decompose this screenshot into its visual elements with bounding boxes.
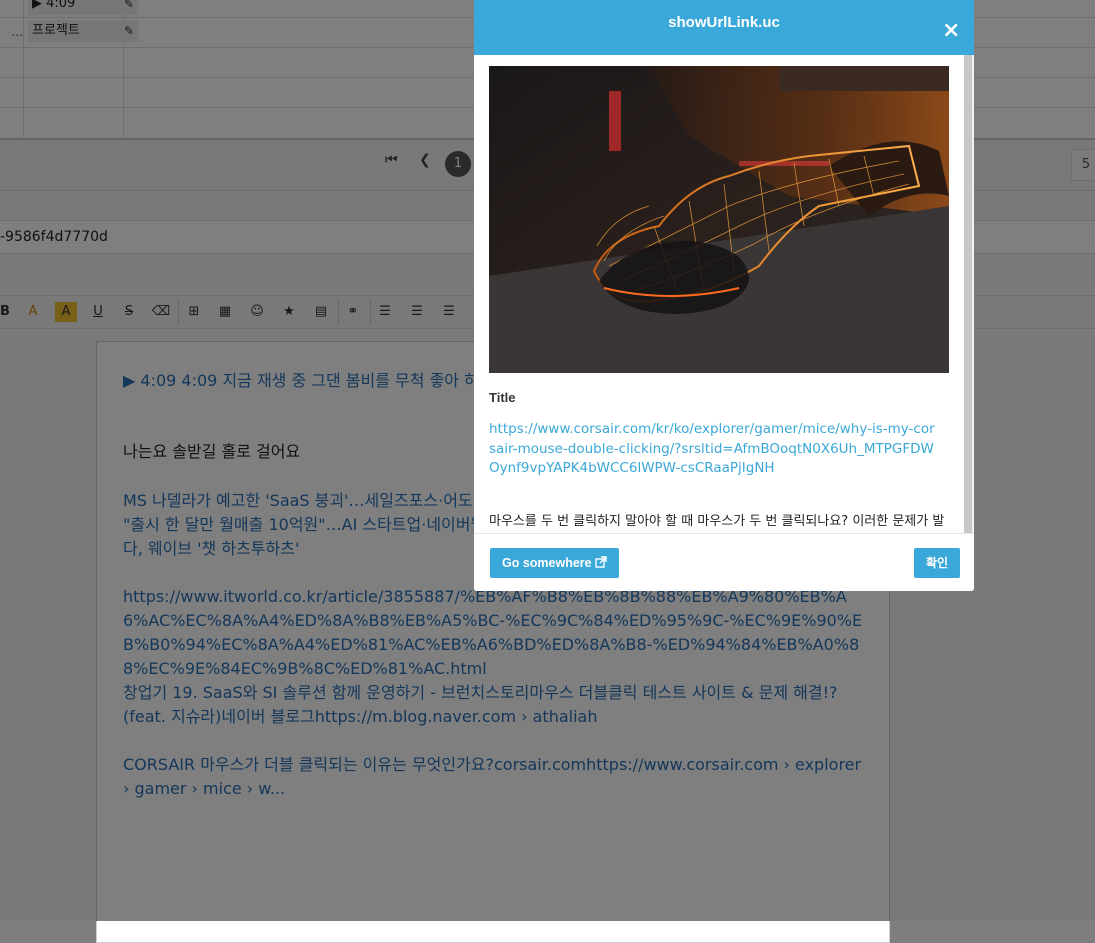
- modal-footer: Go somewhere 확인: [474, 533, 974, 591]
- preview-title: Title: [489, 390, 516, 405]
- confirm-button[interactable]: 확인: [914, 548, 960, 578]
- external-link-icon: [595, 556, 607, 570]
- go-somewhere-button[interactable]: Go somewhere: [490, 548, 620, 578]
- preview-description: 마우스를 두 번 클릭하지 말아야 할 때 마우스가 두 번 클릭되나요? 이러…: [489, 514, 945, 529]
- close-icon[interactable]: ×: [942, 20, 960, 42]
- preview-image: [489, 66, 949, 373]
- scrollbar-thumb[interactable]: [964, 55, 972, 533]
- modal-title: showUrlLink.uc: [668, 14, 780, 31]
- url-preview-modal: showUrlLink.uc × Title https://www.corsa…: [474, 0, 974, 591]
- go-button-label: Go somewhere: [502, 556, 592, 570]
- modal-header: showUrlLink.uc ×: [474, 0, 974, 55]
- preview-url-link[interactable]: https://www.corsair.com/kr/ko/explorer/g…: [489, 420, 939, 479]
- modal-body: Title https://www.corsair.com/kr/ko/expl…: [474, 55, 974, 533]
